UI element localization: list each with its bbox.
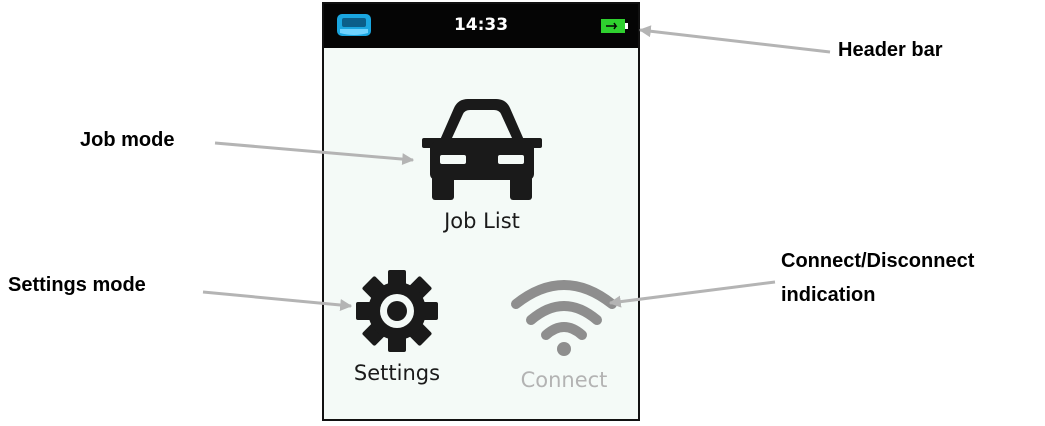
connect-arrow	[608, 280, 776, 308]
callout-connect-line2: indication	[781, 284, 876, 306]
callout-settings-mode: Settings mode	[8, 274, 146, 296]
header-bar-arrow	[638, 25, 831, 54]
callout-header-bar: Header bar	[838, 39, 943, 61]
callout-arrows	[202, 25, 831, 311]
settings-mode-arrow	[202, 290, 353, 311]
callout-connect-line1: Connect/Disconnect	[781, 250, 975, 272]
job-mode-arrow	[214, 141, 415, 166]
callout-job-mode: Job mode	[80, 129, 175, 151]
